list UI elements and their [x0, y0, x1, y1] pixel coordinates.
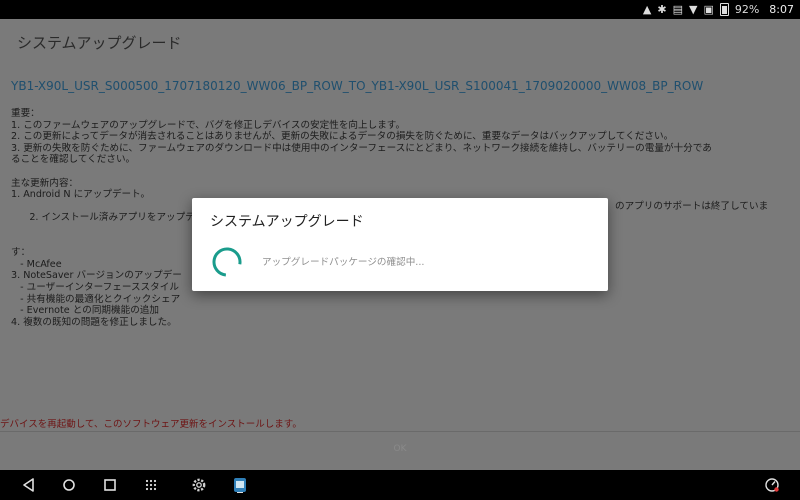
note-line: - Evernote との同期機能の追加: [11, 305, 159, 317]
note-right-fragment: のアプリのサポートは終了していま: [615, 200, 769, 212]
note-line: ることを確認してください。: [11, 154, 136, 166]
note-line: 主な更新内容：: [11, 177, 79, 189]
dialog-title: システムアップグレード: [210, 214, 364, 230]
app-drawer-button[interactable]: [140, 470, 162, 500]
settings-shortcut[interactable]: [188, 470, 210, 500]
progress-dialog: システムアップグレード アップグレードパッケージの確認中...: [192, 198, 608, 291]
page-title: システムアップグレード: [17, 34, 182, 52]
note-line-text: 2. インストール済みアプリをアップデ: [29, 212, 195, 224]
recents-button[interactable]: [99, 470, 121, 500]
status-icons: ▲ ✱ ▤ ▼ ▣ 92% 8:07: [643, 0, 794, 19]
note-line: 重要：: [11, 108, 40, 119]
navigation-bar: [0, 470, 800, 500]
note-line: [11, 166, 791, 178]
install-message: デバイスを再起動して、このソフトウェア更新をインストールします。: [0, 419, 302, 430]
clock: 8:07: [769, 3, 794, 16]
system-status-button[interactable]: [761, 470, 783, 500]
app-shortcut[interactable]: [229, 470, 251, 500]
battery-percent: 92%: [734, 3, 760, 16]
note-line: 2. この更新によってデータが消去されることはありませんが、更新の失敗によるデー…: [11, 131, 674, 143]
lenovo-icon: ▲: [642, 3, 652, 16]
battery-icon: [719, 3, 729, 16]
sim-icon: ▣: [703, 3, 714, 16]
note-line: 3. 更新の失敗を防ぐために、ファームウェアのダウンロード中は使用中のインターフ…: [11, 142, 712, 154]
note-line: 1. このファームウェアのアップグレードで、バグを修正しデバイスの安定性を向上し…: [11, 119, 406, 131]
button-bar: OK: [0, 431, 800, 471]
home-icon: [63, 479, 75, 491]
note-line: 4. 複数の既知の問題を修正しました。: [11, 316, 177, 328]
back-icon: [23, 478, 34, 492]
dialog-message: アップグレードパッケージの確認中...: [262, 257, 425, 268]
status-bar: ▲ ✱ ▤ ▼ ▣ 92% 8:07: [0, 0, 800, 19]
speedometer-icon: [765, 478, 779, 492]
back-button[interactable]: [18, 470, 40, 500]
loading-spinner-icon: [212, 247, 242, 277]
app-icon: [234, 478, 246, 493]
firmware-version-link[interactable]: YB1-X90L_USR_S000500_1707180120_WW06_BP_…: [11, 79, 703, 93]
home-button[interactable]: [58, 470, 80, 500]
wifi-icon: ▼: [688, 3, 698, 16]
note-line: - 共有機能の最適化とクイックシェア: [11, 293, 181, 305]
bluetooth-icon: ✱: [657, 3, 667, 16]
recents-icon: [104, 479, 116, 491]
gear-icon: [192, 478, 206, 492]
grid-icon: [145, 479, 157, 491]
vibrate-icon: ▤: [672, 3, 683, 16]
ok-button[interactable]: OK: [0, 444, 800, 454]
